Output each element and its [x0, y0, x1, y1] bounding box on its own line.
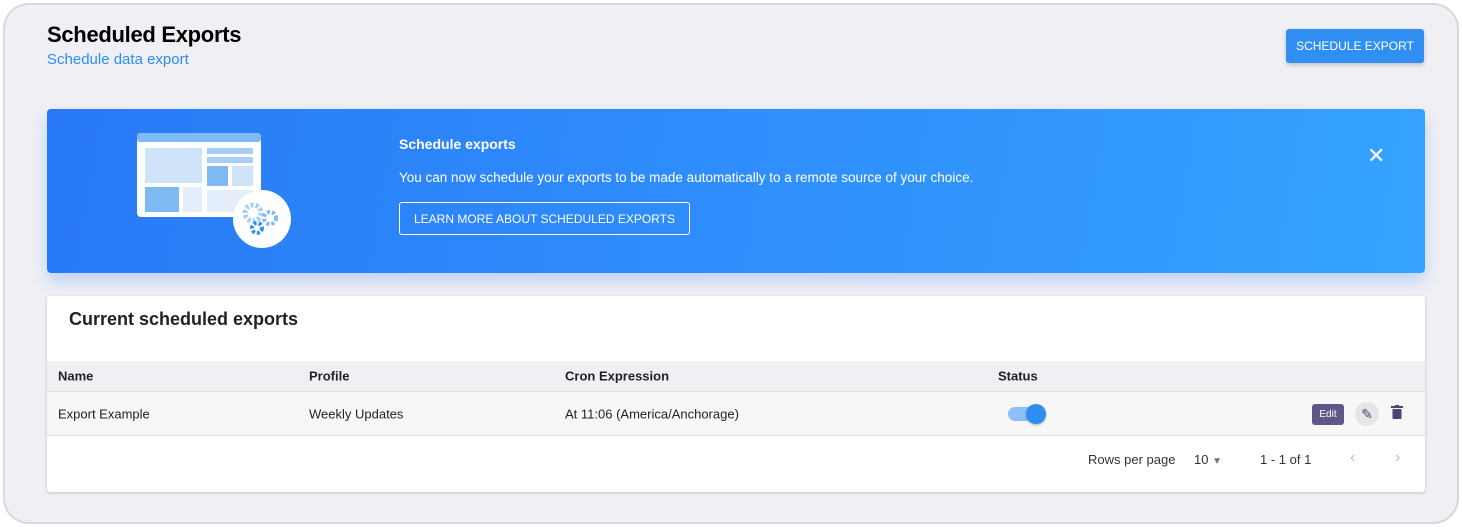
info-banner: Schedule exports You can now schedule yo… [47, 109, 1425, 273]
table-header: Name Profile Cron Expression Status [47, 361, 1425, 391]
chevron-down-icon: ▼ [1212, 456, 1222, 467]
status-toggle[interactable] [1008, 404, 1046, 424]
column-header-status[interactable]: Status [998, 369, 1038, 384]
edit-pencil-icon[interactable]: ✎ [1355, 402, 1379, 426]
banner-text: You can now schedule your exports to be … [399, 170, 974, 185]
table-row: Export Example Weekly Updates At 11:06 (… [47, 391, 1425, 436]
export-illustration-icon [137, 133, 291, 248]
learn-more-button[interactable]: LEARN MORE ABOUT SCHEDULED EXPORTS [399, 202, 690, 235]
cell-profile: Weekly Updates [309, 406, 404, 421]
cell-cron: At 11:06 (America/Anchorage) [565, 406, 739, 421]
column-header-cron[interactable]: Cron Expression [565, 369, 669, 384]
app-frame: Scheduled Exports Schedule data export S… [3, 3, 1459, 524]
column-header-name[interactable]: Name [58, 369, 93, 384]
prev-page-icon[interactable]: ‹ [1350, 449, 1355, 467]
rows-per-page-label: Rows per page [1088, 452, 1176, 467]
rows-per-page-select[interactable]: 10 ▼ [1194, 452, 1222, 467]
scheduled-exports-card: Current scheduled exports Name Profile C… [47, 296, 1425, 492]
rows-per-page-value: 10 [1194, 452, 1209, 467]
schedule-export-button[interactable]: SCHEDULE EXPORT [1286, 29, 1424, 63]
banner-title: Schedule exports [399, 136, 516, 152]
card-title: Current scheduled exports [69, 309, 299, 329]
pagination-range: 1 - 1 of 1 [1260, 452, 1312, 467]
close-icon[interactable]: ✕ [1367, 143, 1385, 169]
edit-tooltip: Edit [1312, 404, 1344, 425]
cell-name: Export Example [58, 406, 150, 421]
page-title: Scheduled Exports [47, 22, 242, 47]
trash-icon[interactable] [1391, 405, 1403, 419]
page-subtitle: Schedule data export [47, 51, 189, 68]
column-header-profile[interactable]: Profile [309, 369, 349, 384]
next-page-icon[interactable]: › [1395, 449, 1400, 467]
